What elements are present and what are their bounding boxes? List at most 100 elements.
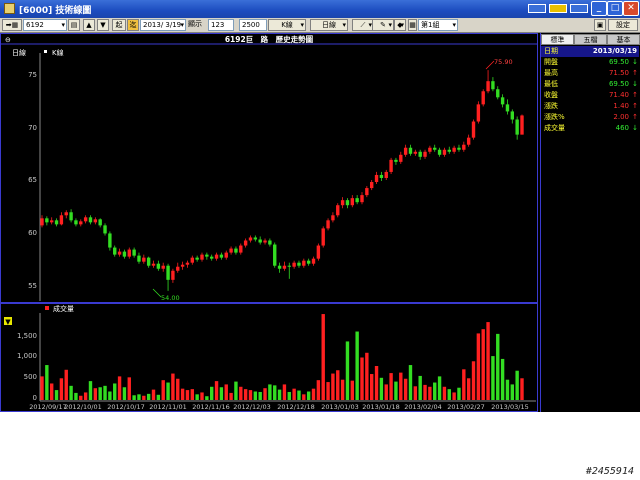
candle-body [496,89,500,98]
stock-code-input[interactable]: 6192 [23,19,67,31]
layout-icon[interactable] [528,4,546,13]
candle-body [74,220,78,225]
volume-bar [457,387,461,400]
volume-bar [345,341,350,400]
volume-tick: 0 [33,394,37,402]
date-axis: 2012/09/17 2012/10/01 2012/10/17 2012/11… [29,403,528,411]
candle-body [142,257,146,262]
date-tick: 2012/10/17 [107,403,144,411]
candle-body [151,263,156,266]
volume-bar [292,388,296,400]
group-dropdown[interactable]: 第1組 [418,19,458,31]
volume-bar [433,382,437,400]
volume-bar [166,382,170,400]
date-input[interactable]: 2013/ 3/19 [140,19,186,31]
volume-bar [273,385,277,400]
end-button[interactable]: 迄 [127,19,139,31]
volume-bar [282,384,287,400]
pin-icon[interactable] [570,4,588,13]
candle-body [481,91,485,105]
link-icon[interactable] [549,4,567,13]
volume-bar [40,376,44,400]
volume-bars-group [40,314,524,400]
candle-body [166,265,170,280]
volume-bar [316,380,321,400]
volume-bar [311,388,316,400]
pen-icon[interactable]: ✎ [372,19,394,31]
low-marker: 54.00 [161,294,180,302]
candle-body [83,217,88,222]
tab-basic[interactable]: 基本 [607,34,640,45]
color-icon[interactable]: ◆ [394,19,406,31]
volume-bar [481,329,485,400]
volume-bar [476,333,481,400]
volume-bar [437,376,442,400]
show-count-input[interactable]: 123 [208,19,234,31]
period-dropdown[interactable]: 日線 [310,19,348,31]
candle-body [510,111,514,120]
up-arrow-icon: ↑ [632,69,638,77]
search-icon[interactable]: ▤ [68,19,80,31]
candle-body [491,81,495,90]
candle-body [355,198,359,203]
volume-bar [176,378,180,400]
candle-body [384,171,388,178]
chart-svg[interactable]: ⊖ 6192巨 路 歷史走勢圖 日線 K線 ▼ 成交量 75 70 65 60 … [0,33,538,412]
candle-body [345,200,350,206]
settings-icon[interactable]: ▣ [594,19,606,31]
down-arrow-icon[interactable]: ▼ [97,19,109,31]
volume-bar [239,386,243,400]
data-count-input[interactable]: 2500 [239,19,267,31]
volume-bar [379,377,384,400]
minimize-button[interactable]: _ [591,1,607,16]
up-arrow-icon[interactable]: ▲ [83,19,95,31]
go-arrow-icon[interactable]: ➡▦ [2,19,22,31]
candle-body [113,247,117,255]
settings-button[interactable]: 設定 [608,19,638,31]
info-label: 最高 [544,69,558,77]
low-marker-line [152,288,162,298]
kline-dropdown[interactable]: K線 [268,19,306,31]
volume-bar [277,389,282,400]
candle-body [137,255,141,262]
tab-five-levels[interactable]: 五檔 [574,34,607,45]
start-button[interactable]: 起 [112,19,126,31]
date-tick: 2012/09/17 [29,403,66,411]
volume-bar [306,391,311,400]
candle-body [219,254,224,258]
candle-body [93,219,98,223]
candle-body [399,154,403,162]
info-tabs: 標準 五檔 基本 [541,34,640,45]
candle-body [88,217,93,223]
candle-body [103,225,107,234]
candle-body [408,147,413,154]
volume-bar [505,379,510,400]
candle-body [190,257,194,263]
watermark: #2455914 [585,466,634,477]
candle-body [297,262,301,266]
chart-area[interactable]: ⊖ 6192巨 路 歷史走勢圖 日線 K線 ▼ 成交量 75 70 65 60 … [0,33,538,412]
info-value: 1.40 [613,102,629,110]
period-tag: 日線 [12,48,26,57]
volume-legend: 成交量 [53,304,74,313]
tab-standard[interactable]: 標準 [541,34,574,45]
candle-body [146,257,151,266]
volume-bar [132,395,136,400]
chart-settings-icon[interactable]: ⊖ [5,36,11,44]
price-tick: 55 [28,282,37,290]
group-icon[interactable]: ▦ [408,19,417,31]
close-button[interactable]: ✕ [623,1,639,16]
maximize-button[interactable]: □ [607,1,623,16]
volume-bar [321,314,325,400]
volume-bar [360,357,364,400]
volume-bar [500,358,505,400]
volume-bar [374,366,379,400]
info-row-change: 漲跌 1.40 ↑ [541,101,639,111]
volume-bar [326,382,330,400]
draw-line-icon[interactable]: ⟋ [352,19,374,31]
price-tick: 75 [28,71,37,79]
kline-legend: K線 [52,48,64,57]
candle-body [176,266,180,271]
info-label: 最低 [544,80,558,88]
candle-body [234,248,238,253]
